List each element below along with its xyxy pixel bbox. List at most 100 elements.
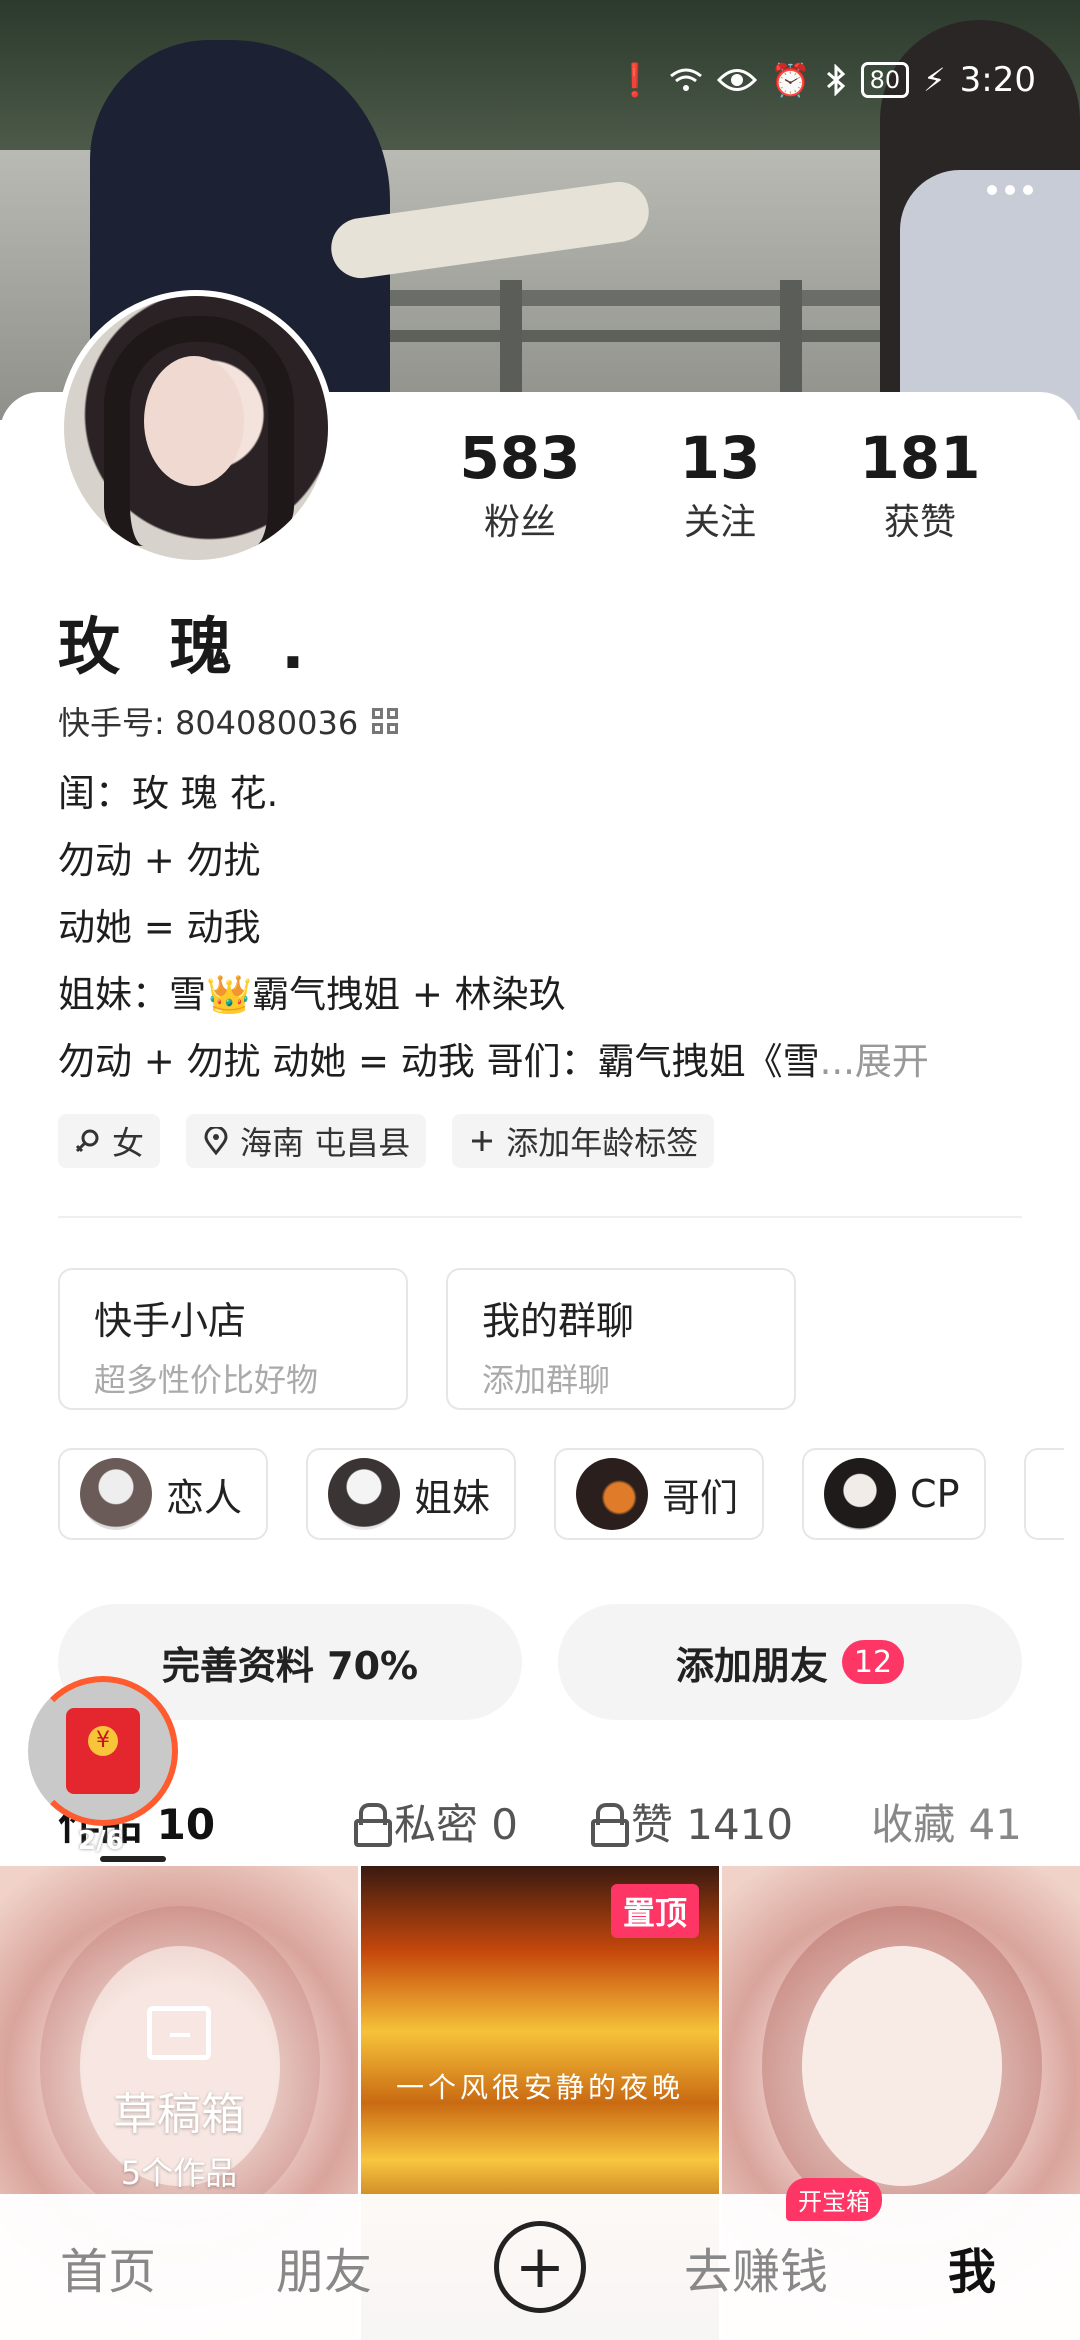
kuaishou-id-row[interactable]: 快手号: 804080036 [58,698,399,744]
relation-label: 姐妹 [414,1475,491,1520]
add-age-label: 添加年龄标签 [506,1124,699,1162]
divider [58,1216,1022,1218]
card-subtitle: 添加群聊 [482,1361,611,1399]
active-tab-indicator [100,1856,166,1862]
plus-icon [472,1131,493,1151]
thumbnail-art [802,1946,1002,2186]
avatar-face [144,356,244,486]
expand-bio-button[interactable]: 展开 [855,1040,929,1083]
gender-tag[interactable]: 女 [58,1114,161,1168]
nav-friends[interactable]: 朋友 [216,2232,432,2302]
card-subtitle: 超多性价比好物 [94,1361,319,1399]
cover-rail [360,290,920,306]
stat-fans[interactable]: 583 粉丝 [420,425,620,545]
relation-avatar [80,1458,152,1530]
relation-chip-more[interactable] [1023,1448,1064,1540]
relation-chip-sister[interactable]: 姐妹 [306,1448,517,1540]
card-title: 快手小店 [94,1299,247,1343]
avatar[interactable] [58,290,334,566]
battery-indicator: 80 [860,62,910,98]
tab-favorites[interactable]: 收藏 41 [820,1791,1022,1852]
wifi-icon [669,66,703,94]
shortcut-cards: 快手小店 超多性价比好物 我的群聊 添加群聊 [58,1268,796,1410]
red-packet-progress: 2/6 [78,1826,124,1856]
bio-ellipsis: ... [819,1040,855,1083]
relation-label: CP [910,1472,960,1516]
bio-line-text: 勿动 + 勿扰 动她 = 动我 哥们：霸气拽姐《雪 [58,1040,820,1083]
bio-line: 勿动 + 勿扰 [58,839,261,882]
bio-line-last: 勿动 + 勿扰 动她 = 动我 哥们：霸气拽姐《雪...展开 [58,1028,1038,1095]
lock-icon [353,1803,392,1847]
relation-chip-brother[interactable]: 哥们 [554,1448,765,1540]
bottom-navigation: 首页 朋友 + 去赚钱 开宝箱 我 [0,2178,1080,2340]
stat-value: 13 [679,424,761,492]
stat-likes[interactable]: 181 获赞 [820,425,1020,545]
nav-home[interactable]: 首页 [0,2232,216,2302]
add-friends-button[interactable]: 添加朋友 12 [558,1604,1022,1720]
bio-line: 闺：玫 瑰 花. [58,772,279,815]
eye-icon [716,67,757,93]
add-friends-label: 添加朋友 [675,1643,828,1688]
bluetooth-icon [825,64,847,96]
lock-icon [590,1803,629,1847]
content-tabs: 作品 10 私密 0 赞 1410 收藏 41 [58,1776,1022,1866]
tab-liked[interactable]: 赞 1410 [564,1791,820,1852]
add-age-tag[interactable]: 添加年龄标签 [452,1114,715,1168]
drafts-title: 草稿箱 [113,2089,245,2140]
red-envelope-icon [66,1708,140,1794]
card-title: 我的群聊 [482,1299,635,1343]
alarm-icon: ⏰ [770,61,811,99]
bio[interactable]: 闺：玫 瑰 花. 勿动 + 勿扰 动她 = 动我 姐妹：雪👑霸气拽姐 + 林染玖… [58,760,1038,1095]
drafts-overlay: 草稿箱 5个作品 [0,2006,358,2194]
clock: 3:20 [959,60,1036,100]
gender-label: 女 [112,1124,145,1162]
alert-icon: ❗ [614,61,655,99]
location-tag[interactable]: 海南 屯昌县 [186,1114,427,1168]
qr-code-icon[interactable] [372,708,399,734]
status-bar: ❗ ⏰ 80 ⚡ 3:20 [615,50,1036,110]
red-packet-button[interactable] [28,1676,178,1826]
pinned-badge: 置顶 [610,1884,699,1938]
bio-line: 姐妹：雪👑霸气拽姐 + 林染玖 [58,973,566,1016]
tab-private[interactable]: 私密 0 [308,1791,564,1852]
stat-value: 583 [459,424,581,492]
create-plus-icon: + [494,2221,586,2313]
tab-label: 私密 0 [393,1799,519,1849]
group-chat-card[interactable]: 我的群聊 添加群聊 [446,1268,796,1410]
relation-label: 哥们 [662,1475,739,1520]
nav-create[interactable]: + [432,2221,648,2313]
location-pin-icon [204,1127,228,1155]
nickname: 玫 瑰 . [58,610,319,683]
relation-avatar [576,1458,649,1530]
kuaishou-id: 快手号: 804080036 [58,704,359,742]
stat-following[interactable]: 13 关注 [620,425,820,545]
drafts-count: 5个作品 [120,2154,238,2192]
more-options-button[interactable] [970,160,1050,220]
stat-label: 获赞 [883,502,956,543]
treasure-box-badge: 开宝箱 [786,2178,882,2221]
tab-label: 收藏 41 [871,1799,1022,1849]
profile-tags: 女 海南 屯昌县 添加年龄标签 [58,1114,715,1168]
profile-actions: 完善资料 70% 添加朋友 12 [58,1604,1022,1720]
stat-label: 关注 [683,502,756,543]
relation-chip-cp[interactable]: CP [802,1448,986,1540]
tab-label: 赞 1410 [630,1799,794,1849]
charging-icon: ⚡ [923,61,946,99]
nav-earn-label: 去赚钱 [683,2244,828,2300]
relation-avatar [328,1458,401,1530]
relation-chip-lover[interactable]: 恋人 [58,1448,269,1540]
relation-avatar [824,1458,897,1530]
relation-label: 恋人 [166,1475,243,1520]
relationship-chips: 恋人 姐妹 哥们 CP [58,1448,1080,1540]
location-label: 海南 屯昌县 [240,1124,411,1162]
nav-earn[interactable]: 去赚钱 开宝箱 [648,2178,882,2302]
folder-icon [147,2006,211,2060]
stat-label: 粉丝 [483,502,556,543]
bio-line: 动她 = 动我 [58,906,261,949]
profile-stats: 583 粉丝 13 关注 181 获赞 [420,425,1020,545]
complete-profile-label: 完善资料 70% [161,1643,419,1688]
nav-me[interactable]: 我 [864,2232,1080,2302]
stat-value: 181 [859,424,981,492]
thumbnail-caption: 一个风很安静的夜晚 [395,2071,684,2104]
kuaishou-shop-card[interactable]: 快手小店 超多性价比好物 [58,1268,408,1410]
